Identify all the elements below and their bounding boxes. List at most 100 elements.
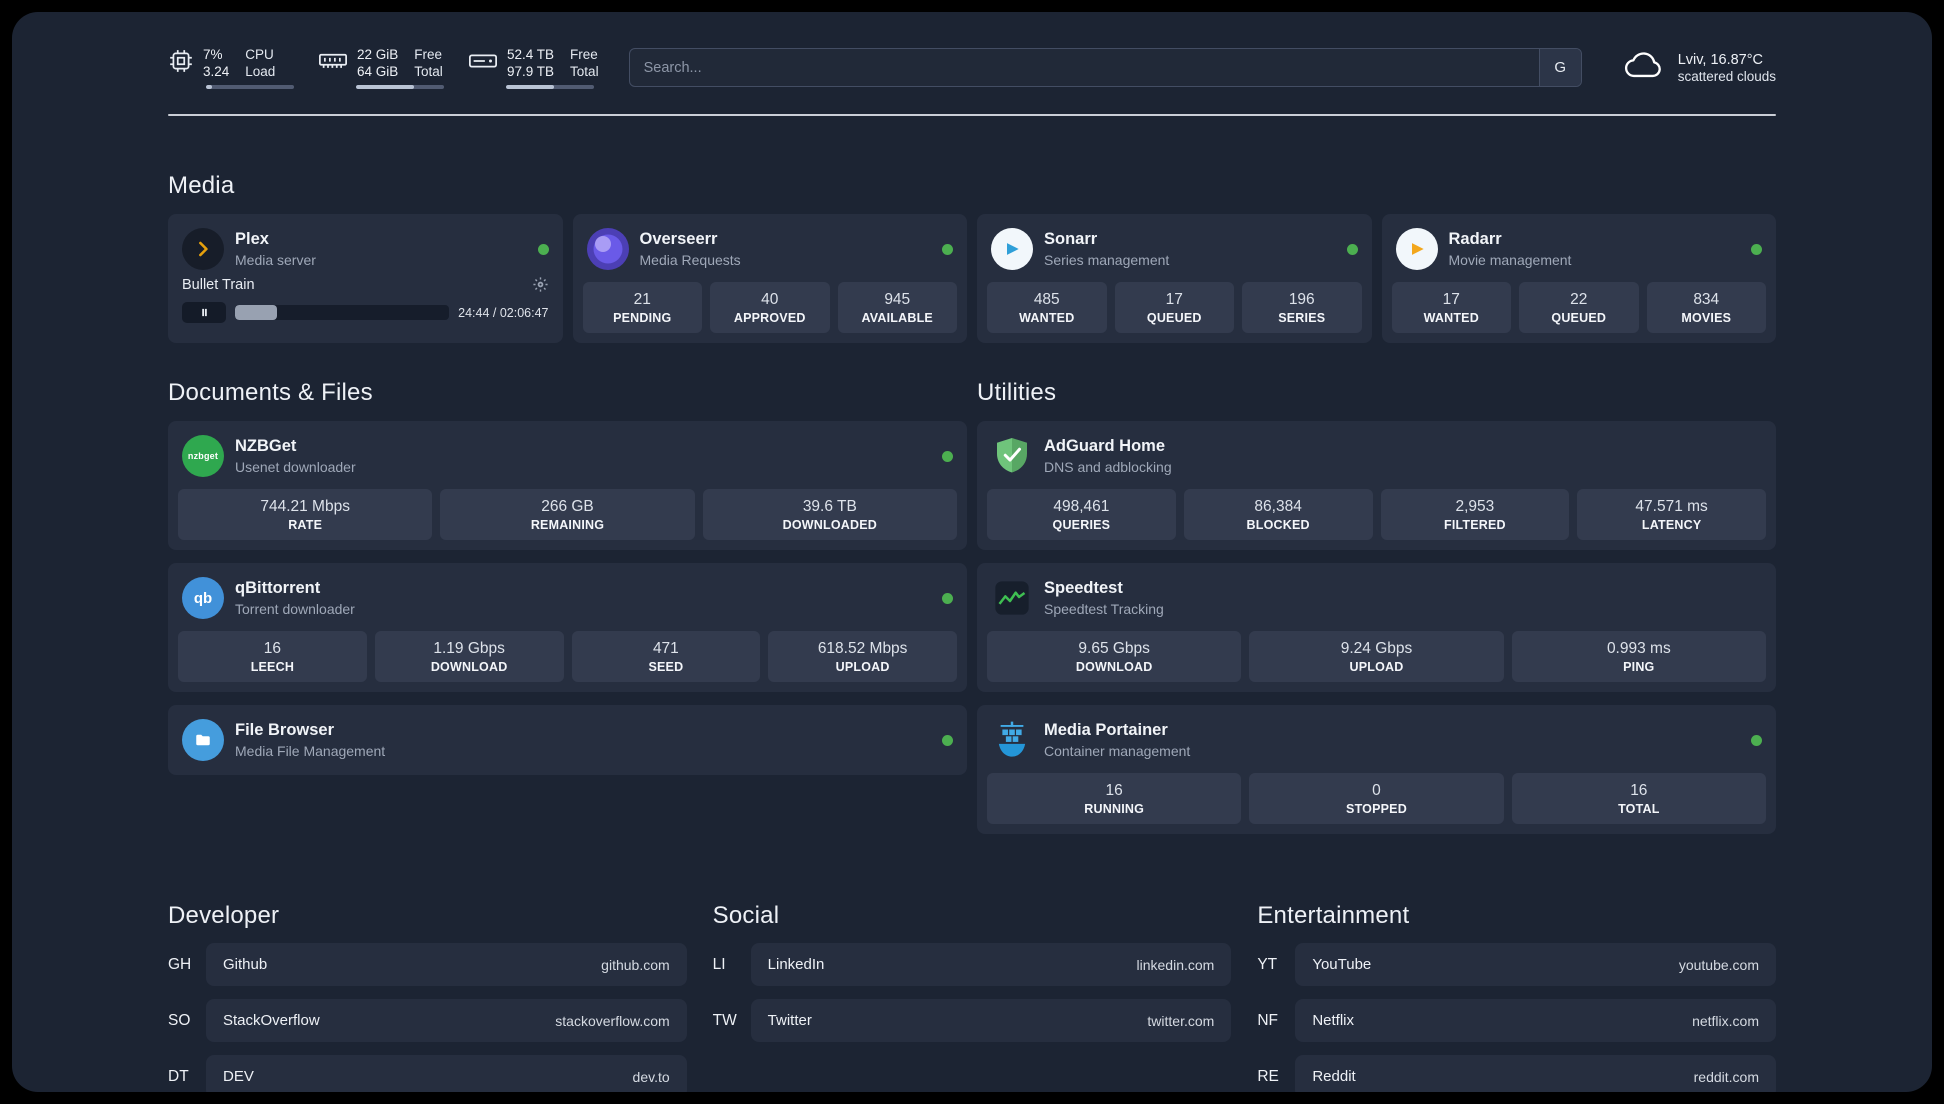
link-abbr: LI (712, 955, 726, 973)
app-titles: Sonarr Series management (1044, 230, 1169, 268)
link-stackoverflow[interactable]: StackOverflow stackoverflow.com (206, 999, 687, 1042)
stat-label: LEECH (250, 660, 295, 674)
ram-total-value: 64 GiB (357, 64, 399, 79)
stat-queued: 17 QUEUED (1114, 282, 1234, 333)
ram-progress-fill (356, 85, 415, 89)
stat-latency: 47.571 ms LATENCY (1577, 489, 1766, 540)
weather-text: Lviv, 16.87°C scattered clouds (1678, 52, 1776, 84)
link-abbr: TW (712, 1011, 737, 1029)
stat-value: 40 (761, 291, 779, 308)
pause-button[interactable] (182, 302, 226, 323)
link-url: netflix.com (1692, 1012, 1759, 1029)
playback-progress-fill (235, 305, 277, 320)
link-twitter[interactable]: Twitter twitter.com (750, 999, 1232, 1042)
link-row-netflix: NF Netflix netflix.com (1257, 999, 1776, 1042)
link-url: linkedin.com (1136, 956, 1215, 973)
app-titles: Radarr Movie management (1449, 230, 1572, 268)
cpu-progress-fill (206, 85, 213, 89)
app-card-sonarr[interactable]: Sonarr Series management 485 WANTED 17 Q… (977, 214, 1372, 343)
app-subtitle: Movie management (1448, 251, 1572, 268)
app-name: Overseerr (639, 230, 718, 249)
status-online-dot (942, 734, 953, 746)
link-row-stackoverflow: SO StackOverflow stackoverflow.com (168, 999, 687, 1042)
app-titles: File Browser Media File Management (235, 721, 385, 759)
app-card-qbittorrent[interactable]: qb qBittorrent Torrent downloader 16 LEE… (168, 563, 967, 692)
app-card-nzbget[interactable]: nzbget NZBGet Usenet downloader 744.21 M… (168, 421, 967, 550)
speedtest-chart-icon (991, 577, 1033, 619)
utilities-column: Utilities AdGuard Home DNS and adblockin… (977, 379, 1776, 834)
cpu-widget: 7% CPU 3.24 Load (168, 46, 294, 89)
disk-total-value: 97.9 TB (507, 64, 555, 79)
social-links: Social LI LinkedIn linkedin.com TW Twitt… (713, 902, 1232, 1092)
stat-value: 9.24 Gbps (1340, 640, 1413, 657)
link-name: StackOverflow (223, 1012, 320, 1029)
link-abbr: SO (168, 1011, 191, 1029)
stat-upload: 9.24 Gbps UPLOAD (1249, 631, 1504, 682)
adguard-shield-icon (991, 435, 1033, 477)
header-divider (168, 114, 1776, 116)
stats-row: 744.21 Mbps RATE 266 GB REMAINING 39.6 T… (178, 489, 957, 540)
link-row-twitter: TW Twitter twitter.com (713, 999, 1232, 1042)
cloud-icon (1622, 50, 1666, 85)
radarr-icon (1395, 228, 1438, 270)
app-name: AdGuard Home (1044, 437, 1166, 456)
stat-total: 16 TOTAL (1511, 773, 1766, 824)
stat-value: 485 (1033, 291, 1060, 308)
app-card-plex[interactable]: Plex Media server Bullet Train 24:44 / 0… (168, 214, 563, 343)
stat-blocked: 86,384 BLOCKED (1183, 489, 1373, 540)
app-name: Sonarr (1044, 230, 1098, 249)
app-card-adguard[interactable]: AdGuard Home DNS and adblocking 498,461 … (977, 421, 1776, 550)
gear-icon[interactable] (532, 276, 549, 293)
app-card-radarr[interactable]: Radarr Movie management 17 WANTED 22 QUE… (1381, 214, 1776, 343)
stat-label: APPROVED (733, 311, 806, 325)
link-abbr: RE (1257, 1067, 1279, 1085)
app-subtitle: Media server (235, 251, 316, 268)
app-card-speedtest[interactable]: Speedtest Speedtest Tracking 9.65 Gbps D… (977, 563, 1776, 692)
filebrowser-icon (182, 719, 224, 761)
card-header: Radarr Movie management (1392, 224, 1767, 274)
link-linkedin[interactable]: LinkedIn linkedin.com (750, 943, 1232, 986)
card-header: Speedtest Speedtest Tracking (987, 573, 1766, 623)
app-card-overseerr[interactable]: Overseerr Media Requests 21 PENDING 40 A… (572, 214, 967, 343)
link-dev[interactable]: DEV dev.to (206, 1055, 687, 1092)
link-reddit[interactable]: Reddit reddit.com (1295, 1055, 1776, 1092)
stat-value: 47.571 ms (1635, 498, 1708, 515)
cpu-readout: 7% CPU 3.24 Load (203, 46, 275, 80)
app-name: Speedtest (1044, 579, 1123, 598)
disk-total-label: Total (570, 64, 599, 79)
stat-label: FILTERED (1443, 518, 1506, 532)
plex-icon (182, 228, 224, 270)
nzbget-icon-text: nzbget (187, 451, 219, 461)
app-card-portainer[interactable]: Media Portainer Container management 16 … (977, 705, 1776, 834)
link-netflix[interactable]: Netflix netflix.com (1295, 999, 1776, 1042)
app-card-filebrowser[interactable]: File Browser Media File Management (168, 705, 967, 775)
link-url: github.com (601, 956, 670, 973)
stat-running: 16 RUNNING (987, 773, 1242, 824)
stat-queued: 22 QUEUED (1519, 282, 1639, 333)
playback-progress-bar[interactable] (235, 305, 450, 320)
card-header: AdGuard Home DNS and adblocking (987, 431, 1766, 481)
stat-value: 834 (1693, 291, 1720, 308)
search-input[interactable] (629, 49, 1539, 86)
stat-wanted: 17 WANTED (1391, 282, 1511, 333)
app-titles: qBittorrent Torrent downloader (235, 579, 355, 617)
ram-icon (318, 48, 348, 79)
developer-links: Developer GH Github github.com SO StackO… (168, 902, 687, 1092)
link-github[interactable]: Github github.com (206, 943, 687, 986)
disk-free-value: 52.4 TB (507, 47, 555, 62)
stat-value: 498,461 (1053, 498, 1110, 515)
link-youtube[interactable]: YouTube youtube.com (1295, 943, 1776, 986)
ram-readout: 22 GiB Free 64 GiB Total (357, 46, 443, 80)
ram-progress-bar (356, 85, 444, 89)
search-bar[interactable]: G (628, 48, 1582, 87)
ram-total-label: Total (414, 64, 443, 79)
stat-value: 945 (884, 291, 911, 308)
stat-stopped: 0 STOPPED (1249, 773, 1504, 824)
app-titles: Speedtest Speedtest Tracking (1044, 579, 1164, 617)
search-engine-button[interactable]: G (1538, 49, 1581, 86)
stat-value: 39.6 TB (802, 498, 857, 515)
dashboard-panel: 7% CPU 3.24 Load 22 GiB Free 64 GiB Tota… (12, 12, 1932, 1092)
link-url: reddit.com (1693, 1068, 1759, 1085)
link-name: Netflix (1312, 1012, 1355, 1029)
now-playing-row: Bullet Train (182, 276, 549, 293)
